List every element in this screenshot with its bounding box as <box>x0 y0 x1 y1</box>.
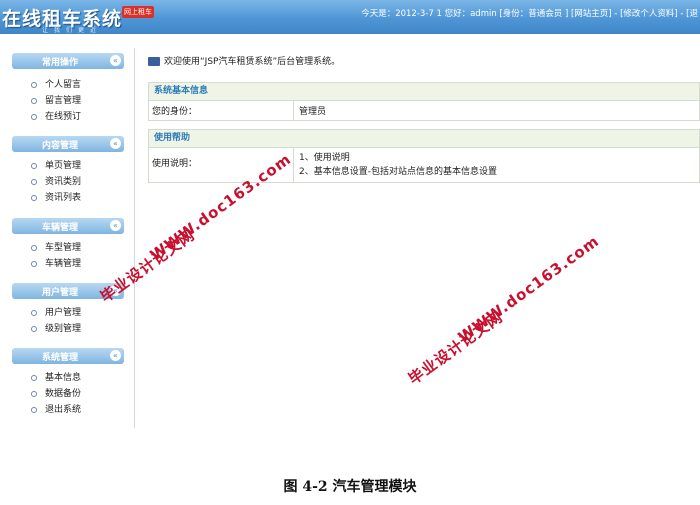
sidebar: 常用操作 « 个人留言 留言管理 在线预订 内容管理 « 单页管理 资讯类别 资… <box>0 48 135 428</box>
system-info-panel: 系统基本信息 您的身份： 管理员 <box>148 82 700 121</box>
book-icon <box>148 57 160 66</box>
watermark-url: WWW.doc163.com <box>454 231 603 347</box>
sidebar-item-personal-message[interactable]: 个人留言 <box>31 78 81 92</box>
sidebar-group-title: 常用操作 <box>41 58 78 68</box>
sidebar-item-data-backup[interactable]: 数据备份 <box>31 387 81 401</box>
bullet-icon <box>31 390 37 397</box>
bullet-icon <box>31 81 37 88</box>
welcome-message: 欢迎使用“JSP汽车租赁系统”后台管理系统。 <box>148 54 340 67</box>
collapse-icon[interactable]: « <box>110 220 121 231</box>
help-content: 1、使用说明 2、基本信息设置-包括对站点信息的基本信息设置 <box>294 148 502 182</box>
top-info-links[interactable]: 今天是：2012-3-7 1 您好：admin [身份：普通会员 ] [网站主页… <box>361 7 698 19</box>
sidebar-group-title: 车辆管理 <box>41 223 78 233</box>
panel-title: 使用帮助 <box>148 129 700 148</box>
figure-caption: 图 4-2 汽车管理模块 <box>283 479 417 495</box>
table-row: 使用说明： 1、使用说明 2、基本信息设置-包括对站点信息的基本信息设置 <box>148 148 700 183</box>
logo-tag: 网上租车 <box>122 6 154 18</box>
bullet-icon <box>31 97 37 104</box>
bullet-icon <box>31 162 37 169</box>
header-bar: 在线租车系统 让我们更近 网上租车 今天是：2012-3-7 1 您好：admi… <box>0 0 700 34</box>
sidebar-item-logout[interactable]: 退出系统 <box>31 403 81 417</box>
help-panel: 使用帮助 使用说明： 1、使用说明 2、基本信息设置-包括对站点信息的基本信息设… <box>148 129 700 183</box>
sidebar-item-vehicle-manage[interactable]: 车辆管理 <box>31 257 81 271</box>
sidebar-group-title: 内容管理 <box>41 141 78 151</box>
table-row: 您的身份： 管理员 <box>148 101 700 121</box>
bullet-icon <box>31 244 37 251</box>
logo-subtitle: 让我们更近 <box>42 27 103 34</box>
sidebar-group-content[interactable]: 内容管理 « <box>12 136 124 152</box>
sidebar-group-vehicle[interactable]: 车辆管理 « <box>12 218 124 234</box>
collapse-icon[interactable]: « <box>110 350 121 361</box>
sidebar-group-title: 系统管理 <box>41 353 78 363</box>
sidebar-item-online-booking[interactable]: 在线预订 <box>31 110 81 124</box>
bullet-icon <box>31 325 37 332</box>
bullet-icon <box>31 113 37 120</box>
identity-label: 您的身份： <box>149 101 294 120</box>
bullet-icon <box>31 406 37 413</box>
collapse-icon[interactable]: « <box>110 55 121 66</box>
sidebar-item-model-manage[interactable]: 车型管理 <box>31 241 81 255</box>
bullet-icon <box>31 260 37 267</box>
sidebar-item-news-category[interactable]: 资讯类别 <box>31 175 81 189</box>
sidebar-item-user-manage[interactable]: 用户管理 <box>31 306 81 320</box>
help-line: 1、使用说明 <box>299 153 350 163</box>
sidebar-item-level-manage[interactable]: 级别管理 <box>31 322 81 336</box>
identity-value: 管理员 <box>299 107 327 117</box>
bullet-icon <box>31 309 37 316</box>
sidebar-group-common[interactable]: 常用操作 « <box>12 53 124 69</box>
bullet-icon <box>31 374 37 381</box>
bullet-icon <box>31 178 37 185</box>
sidebar-item-news-list[interactable]: 资讯列表 <box>31 191 81 205</box>
sidebar-item-message-manage[interactable]: 留言管理 <box>31 94 81 108</box>
sidebar-item-page-manage[interactable]: 单页管理 <box>31 159 81 173</box>
sidebar-group-title: 用户管理 <box>41 288 78 298</box>
sidebar-item-basic-info[interactable]: 基本信息 <box>31 371 81 385</box>
sidebar-group-system[interactable]: 系统管理 « <box>12 348 124 364</box>
panel-title: 系统基本信息 <box>148 82 700 101</box>
collapse-icon[interactable]: « <box>110 138 121 149</box>
bullet-icon <box>31 194 37 201</box>
help-line: 2、基本信息设置-包括对站点信息的基本信息设置 <box>299 167 497 177</box>
